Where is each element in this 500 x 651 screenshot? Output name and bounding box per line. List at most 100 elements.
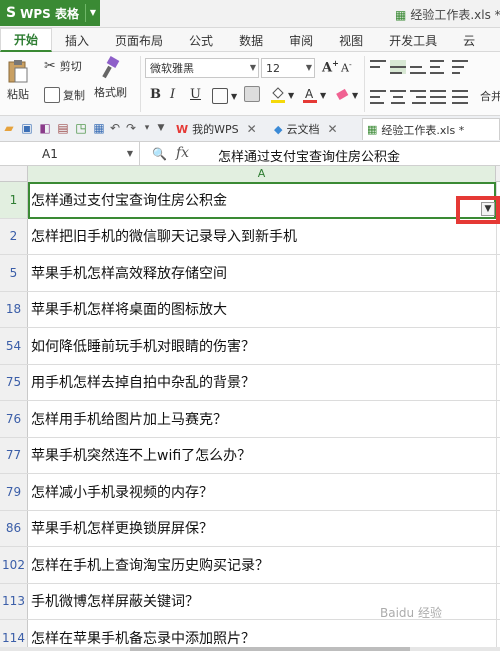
row-header[interactable]: 2 [0,218,28,254]
close-icon[interactable]: ✕ [327,122,337,136]
font-size-select[interactable]: 12 ▼ [261,58,315,78]
formula-input[interactable]: 怎样通过支付宝查询住房公积金 [218,146,400,165]
tab-review[interactable]: 审阅 [276,28,326,52]
cell-b[interactable] [496,364,500,400]
horizontal-scrollbar[interactable] [0,647,500,651]
save-icon[interactable]: ▣ [20,121,34,135]
italic-button[interactable]: I [170,87,175,102]
distributed-button[interactable] [452,90,468,104]
cell-b[interactable] [496,474,500,510]
row-header[interactable]: 79 [0,474,28,510]
cut-button[interactable]: ✂ 剪切 [44,58,82,74]
row-header[interactable]: 86 [0,510,28,546]
doc-tab-cloud-docs[interactable]: ◆ 云文档 ✕ [270,118,342,140]
spellcheck-icon[interactable]: ▦ [92,121,106,135]
align-right-button[interactable] [410,90,426,104]
merge-button[interactable]: 合并 [480,88,500,104]
cell-a[interactable]: 用手机怎样去掉自拍中杂乱的背景？ [31,365,255,401]
cell-a[interactable]: 手机微博怎样屏蔽关键词？ [31,584,199,620]
cell-a[interactable]: 怎样在苹果手机备忘录中添加照片？ [31,620,255,647]
undo-icon[interactable]: ↶ [108,121,122,135]
cell-a[interactable]: 怎样减小手机录视频的内存？ [31,474,213,510]
cell-a[interactable]: 怎样用手机给图片加上马赛克？ [31,401,227,437]
redo-icon[interactable]: ↷ [124,121,138,135]
cell-a[interactable]: 苹果手机怎样将桌面的图标放大 [31,292,227,328]
column-header-a[interactable]: A [28,166,496,182]
cell-b[interactable] [496,620,500,647]
row-header[interactable]: 1 [0,182,28,218]
clear-format-button[interactable]: ▼ [334,86,358,104]
cell-b[interactable] [496,401,500,437]
row-header[interactable]: 76 [0,401,28,437]
cell-a[interactable]: 苹果手机突然连不上wifi了怎么办？ [31,438,251,474]
export-pdf-icon[interactable]: ◧ [38,121,52,135]
font-color-button[interactable]: A ▼ [302,86,326,104]
orientation-button[interactable] [430,60,446,74]
tab-page-layout[interactable]: 页面布局 [102,28,176,52]
row-header[interactable]: 75 [0,364,28,400]
select-all-corner[interactable] [0,166,28,182]
cell-a[interactable]: 怎样在手机上查询淘宝历史购买记录？ [31,547,269,583]
close-icon[interactable]: ✕ [247,122,257,136]
row-header[interactable]: 54 [0,328,28,364]
open-folder-icon[interactable]: ▰ [2,121,16,135]
format-painter-button[interactable]: 格式刷 [94,56,127,100]
scrollbar-thumb[interactable] [130,647,410,651]
cell-b[interactable] [496,255,500,291]
tab-home[interactable]: 开始 [0,28,53,52]
cell-b[interactable] [496,328,500,364]
shrink-font-button[interactable]: A- [341,60,352,75]
paste-button[interactable]: 粘贴 [6,58,30,102]
filter-dropdown-icon[interactable]: ▼ [481,202,495,216]
align-middle-button[interactable] [390,60,406,74]
tab-developer[interactable]: 开发工具 [376,28,450,52]
print-icon[interactable]: ▤ [56,121,70,135]
align-top-button[interactable] [370,60,386,74]
doc-tab-workbook[interactable]: ▦ 经验工作表.xls * [362,118,500,140]
border-button[interactable]: ▼ [212,88,237,104]
cell-b[interactable] [496,291,500,327]
font-name-select[interactable]: 微软雅黑 ▼ [145,58,259,78]
fill-color-button[interactable]: ▼ [270,86,294,104]
cell-b[interactable] [496,510,500,546]
grow-font-button[interactable]: A+ [322,58,339,75]
cell-a[interactable]: 如何降低睡前玩手机对眼睛的伤害？ [31,328,255,364]
tab-insert[interactable]: 插入 [52,28,102,52]
more-icon[interactable]: ▾ [140,121,154,135]
bold-button[interactable]: B [150,87,161,102]
copy-button[interactable]: 复制 [44,87,85,103]
row-header[interactable]: 102 [0,547,28,583]
cell-b[interactable] [496,437,500,473]
cell-b[interactable] [496,218,500,254]
merge-center-button[interactable] [244,86,263,102]
customize-icon[interactable]: ▼ [154,121,168,135]
row-header[interactable]: 5 [0,255,28,291]
row-header[interactable]: 113 [0,583,28,619]
row-header[interactable]: 114 [0,620,28,647]
align-center-button[interactable] [390,90,406,104]
cell-b[interactable] [496,583,500,619]
underline-button[interactable]: U [190,87,201,102]
cell-b[interactable] [496,547,500,583]
zoom-magnifier-icon[interactable]: 🔍 [152,147,167,161]
cell-a[interactable]: 怎样通过支付宝查询住房公积金 [31,182,227,218]
row-header[interactable]: 77 [0,437,28,473]
align-left-button[interactable] [370,90,386,104]
name-box[interactable]: A1 ▼ [0,142,140,166]
cell-a[interactable]: 苹果手机怎样高效释放存储空间 [31,255,227,291]
tab-cloud[interactable]: 云 [450,28,488,52]
cell-a[interactable]: 苹果手机怎样更换锁屏屏保？ [31,511,213,547]
print-preview-icon[interactable]: ◳ [74,121,88,135]
doc-tab-my-wps[interactable]: W 我的WPS ✕ [172,118,261,140]
align-bottom-button[interactable] [410,60,426,74]
cell-a[interactable]: 怎样把旧手机的微信聊天记录导入到新手机 [31,219,297,255]
justify-button[interactable] [430,90,446,104]
insert-function-button[interactable]: fx [176,145,189,161]
tab-formulas[interactable]: 公式 [176,28,226,52]
wps-app-menu-button[interactable]: S WPS 表格 ▼ [0,0,100,26]
cell-b[interactable] [496,182,500,218]
row-header[interactable]: 18 [0,291,28,327]
tab-data[interactable]: 数据 [226,28,276,52]
tab-view[interactable]: 视图 [326,28,376,52]
wrap-text-button[interactable] [452,60,468,74]
